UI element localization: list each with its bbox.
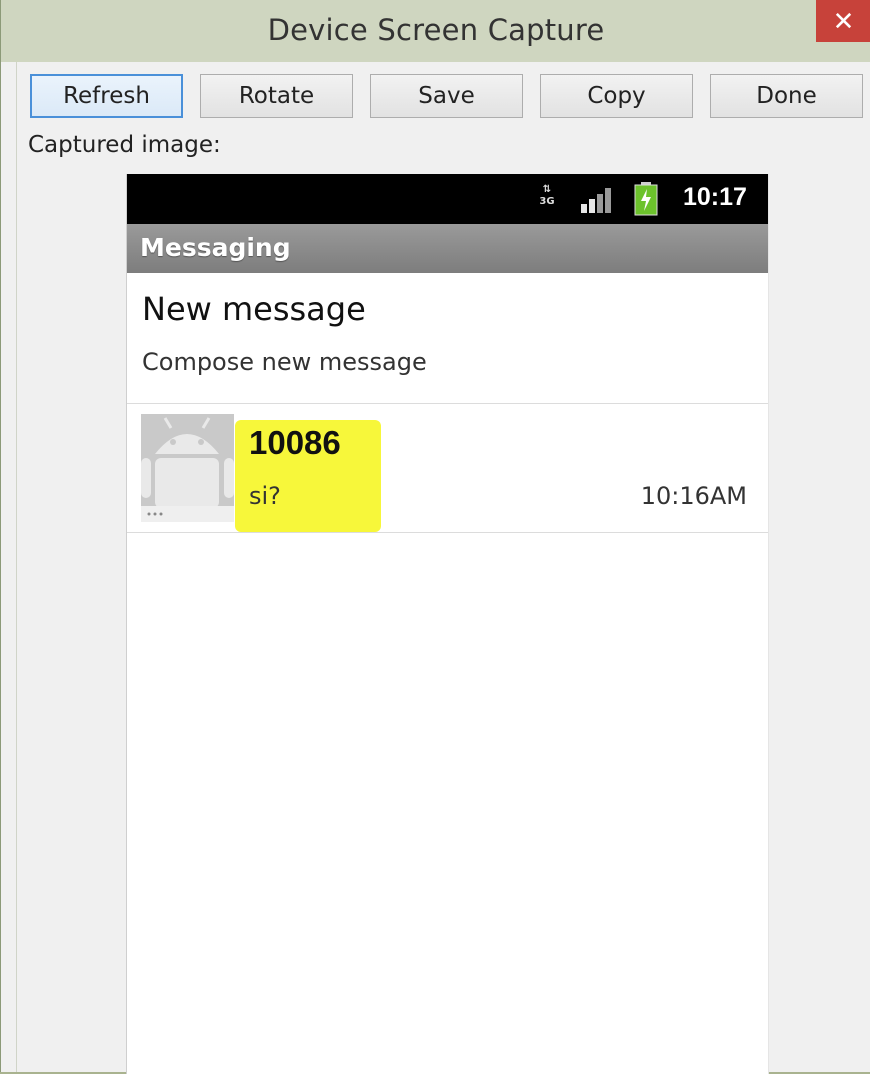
3g-data-icon: ⇅ 3G (536, 184, 558, 212)
new-message-title: New message (142, 290, 366, 328)
close-icon: ✕ (832, 7, 855, 37)
status-time: 10:17 (683, 183, 747, 211)
close-button[interactable]: ✕ (816, 0, 870, 42)
captured-image-label: Captured image: (28, 132, 221, 158)
conversation-row[interactable]: 10086 si? 10:16AM (127, 404, 768, 533)
done-button[interactable]: Done (710, 74, 863, 118)
messaging-app-bar: Messaging (127, 224, 768, 273)
signal-strength-icon (580, 186, 614, 214)
device-screen-capture-window: Device Screen Capture ✕ Refresh Rotate S… (0, 0, 870, 1074)
network-type: 3G (539, 196, 555, 207)
conversation-time: 10:16AM (640, 482, 747, 510)
captured-phone-screen: ⇅ 3G 10:17 Messaging New message Compose… (126, 174, 769, 1074)
save-button[interactable]: Save (370, 74, 523, 118)
rotate-button[interactable]: Rotate (200, 74, 353, 118)
conversation-sender: 10086 (249, 424, 341, 461)
conversation-snippet: si? (249, 482, 281, 510)
battery-charging-icon (633, 182, 659, 216)
title-bar[interactable]: Device Screen Capture ✕ (1, 0, 870, 62)
android-avatar-icon (141, 414, 234, 522)
new-message-item[interactable]: New message Compose new message (127, 273, 768, 404)
copy-button[interactable]: Copy (540, 74, 693, 118)
phone-status-bar: ⇅ 3G 10:17 (127, 174, 768, 224)
app-title: Messaging (140, 233, 291, 262)
window-title: Device Screen Capture (267, 13, 605, 47)
new-message-subtitle: Compose new message (142, 348, 427, 376)
refresh-button[interactable]: Refresh (30, 74, 183, 118)
